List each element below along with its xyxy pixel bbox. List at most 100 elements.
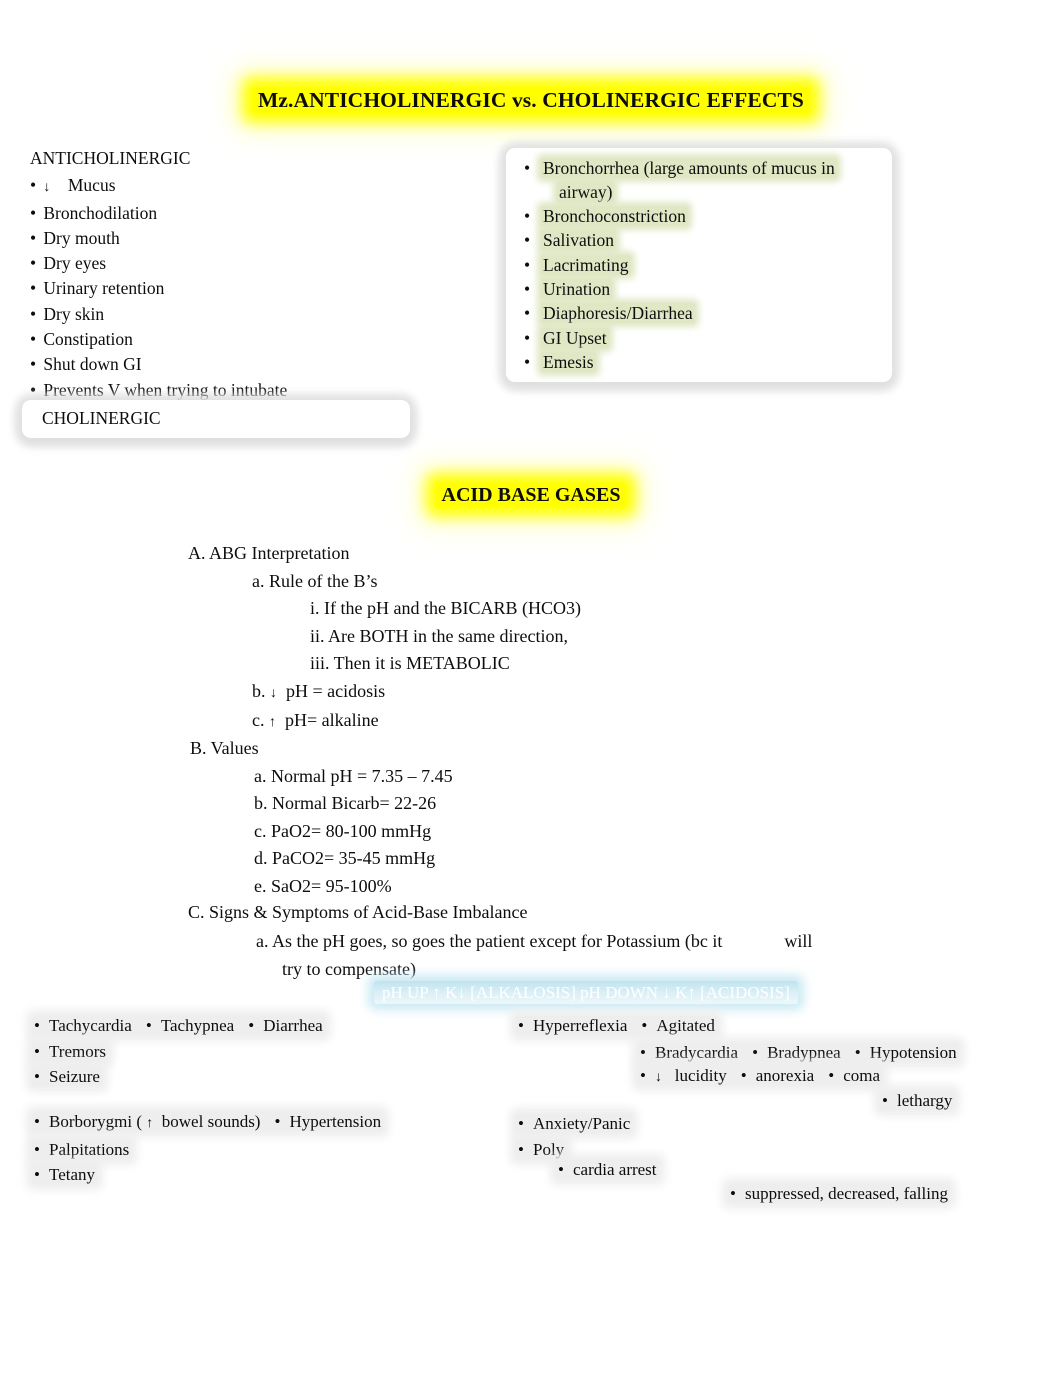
list-item: • Anxiety/Panic (516, 1111, 633, 1137)
bullet-icon: • (30, 329, 37, 350)
symptom-label: Hypertension (289, 1112, 382, 1131)
bullet-icon: • (524, 351, 531, 372)
list-item: • Bronchorrhea (large amounts of mucus in… (524, 157, 884, 205)
list-item-label: Prevents V when trying to intubate (43, 379, 288, 400)
outline-item: ii. Are BOTH in the same direction, (310, 625, 568, 646)
list-item-label: Dry eyes (43, 253, 107, 274)
outline-item: iii. Then it is METABOLIC (310, 653, 510, 673)
acidosis-symptoms-row-7: • cardia arrest (556, 1157, 659, 1183)
symptom-label: Diarrhea (263, 1016, 323, 1035)
acidosis-symptoms-row-4: • lethargy (880, 1088, 955, 1114)
bullet-icon: • (34, 1041, 40, 1061)
bullet-icon: • (524, 230, 531, 251)
section-title-text: ACID BASE GASES (435, 483, 627, 507)
ph-potassium-text: pH UP ↑ K↓ [ALKALOSIS] pH DOWN ↓ K↑ [ACI… (374, 981, 798, 1004)
outline-item: c. ↑ pH= alkaline (252, 707, 581, 737)
page-title-text: Mz.ANTICHOLINERGIC vs. CHOLINERGIC EFFEC… (252, 87, 810, 113)
list-item-label: Urination (541, 278, 613, 299)
bullet-icon: • (30, 278, 37, 299)
bullet-icon: • (274, 1112, 281, 1131)
list-item-label: Salivation (541, 230, 616, 251)
list-item: • Seizure (32, 1064, 325, 1090)
outline-section-c: C. Signs & Symptoms of Acid-Base Imbalan… (188, 899, 527, 927)
up-arrow-icon: ↑ (146, 1116, 154, 1131)
symptom-label: suppressed, decreased, falling (745, 1184, 948, 1203)
symptom-label: Anxiety/Panic (533, 1114, 631, 1133)
list-item-label: GI Upset (541, 327, 609, 348)
outline-item: A. ABG Interpretation (188, 543, 350, 563)
acidosis-symptoms-row-2: • Bradycardia • Bradypnea • Hypotension (638, 1040, 959, 1066)
symptom-label: Hyperreflexia (533, 1016, 628, 1035)
bullet-icon: • (30, 253, 37, 274)
section-title: ACID BASE GASES (0, 483, 1062, 507)
bullet-icon: • (640, 1066, 646, 1085)
outline-item: a. Rule of the B’s (252, 570, 378, 591)
outline-section-a: A. ABG Interpretation a. Rule of the B’s… (188, 540, 581, 737)
anticholinergic-list: ANTICHOLINERGIC • ↓ Mucus • Bronchodilat… (30, 146, 450, 403)
potassium-note-line1: a. As the pH goes, so goes the patient e… (256, 931, 723, 951)
bullet-icon: • (730, 1184, 736, 1203)
bullet-icon: • (524, 278, 531, 299)
alkalosis-symptoms-group-1: • Tachycardia • Tachypnea • Diarrhea • Tremors… (32, 1013, 325, 1090)
list-item-label: Bronchorrhea (large amounts of mucus in (541, 158, 837, 178)
outline-item-label: pH= alkaline (285, 710, 379, 730)
symptom-label: Tachycardia (49, 1016, 132, 1035)
symptom-label: Seizure (49, 1067, 100, 1086)
page-title: Mz.ANTICHOLINERGIC vs. CHOLINERGIC EFFEC… (0, 87, 1062, 113)
bullet-icon: • (882, 1091, 888, 1110)
bullet-icon: • (752, 1043, 759, 1062)
potassium-note-line2: try to compensate) (282, 958, 416, 979)
bullet-icon: • (34, 1016, 40, 1035)
bullet-icon: • (34, 1112, 40, 1131)
bullet-icon: • (34, 1139, 40, 1159)
list-item-continuation: airway) (557, 181, 615, 202)
list-item: • Tremors (32, 1039, 325, 1065)
bullet-icon: • (524, 206, 531, 227)
potassium-note: a. As the pH goes, so goes the patient e… (256, 928, 956, 983)
list-item: • Emesis (524, 351, 884, 375)
outline-item-label: pH = acidosis (286, 680, 386, 701)
outline-section-b: B. Values a. Normal pH = 7.35 – 7.45 b. … (190, 735, 453, 900)
list-item-label: Bronchoconstriction (541, 206, 688, 227)
bullet-icon: • (524, 303, 531, 324)
symptom-label: lucidity (674, 1066, 727, 1085)
alkalosis-symptoms-group-2: • Borborygmi ( ↑ bowel sounds) • Hypertensi… (32, 1109, 384, 1188)
bullet-icon: • (524, 254, 531, 275)
bullet-icon: • (518, 1139, 524, 1159)
bullet-icon: • (34, 1165, 40, 1184)
bullet-icon: • (518, 1016, 524, 1035)
potassium-note-will: will (784, 931, 813, 951)
acidosis-symptoms-row-8: • suppressed, decreased, falling (728, 1181, 950, 1207)
symptom-label: Borborygmi ( (49, 1112, 143, 1131)
symptom-label: Bradycardia (655, 1043, 739, 1062)
symptom-label: lethargy (897, 1091, 953, 1110)
outline-item: C. Signs & Symptoms of Acid-Base Imbalan… (188, 902, 528, 922)
bullet-icon: • (518, 1114, 524, 1133)
outline-item-prefix: b. (252, 680, 266, 701)
list-item: • Shut down GI (30, 352, 450, 377)
symptom-label: Tetany (49, 1165, 96, 1184)
list-item: • Bronchoconstriction (524, 205, 884, 229)
bullet-icon: • (558, 1160, 564, 1179)
list-item: • Borborygmi ( ↑ bowel sounds) • Hypertensi… (32, 1109, 384, 1137)
cholinergic-effects-list: • Bronchorrhea (large amounts of mucus in… (524, 157, 884, 375)
anticholinergic-heading: ANTICHOLINERGIC (30, 148, 191, 168)
list-item-label: Dry skin (43, 303, 105, 324)
symptom-label: anorexia (755, 1066, 815, 1085)
symptom-label: Agitated (656, 1016, 715, 1035)
list-item-label: Constipation (43, 329, 133, 350)
list-item: • Salivation (524, 229, 884, 253)
down-arrow-icon: ↓ (270, 685, 277, 701)
list-item-label: Emesis (541, 351, 596, 372)
list-item-label: Mucus (67, 175, 116, 196)
outline-item: b. ↓ pH = acidosis (252, 678, 581, 708)
list-item-label: Diaphoresis/Diarrhea (541, 303, 695, 324)
list-item-label: Shut down GI (43, 354, 142, 375)
list-item-label: Urinary retention (43, 278, 165, 299)
list-item: • Lacrimating (524, 254, 884, 278)
bullet-icon: • (640, 1043, 646, 1062)
bullet-icon: • (854, 1043, 861, 1062)
outline-item: c. PaO2= 80-100 mmHg (254, 820, 432, 841)
symptom-label: Bradypnea (767, 1043, 841, 1062)
symptom-label: Tachypnea (160, 1016, 235, 1035)
